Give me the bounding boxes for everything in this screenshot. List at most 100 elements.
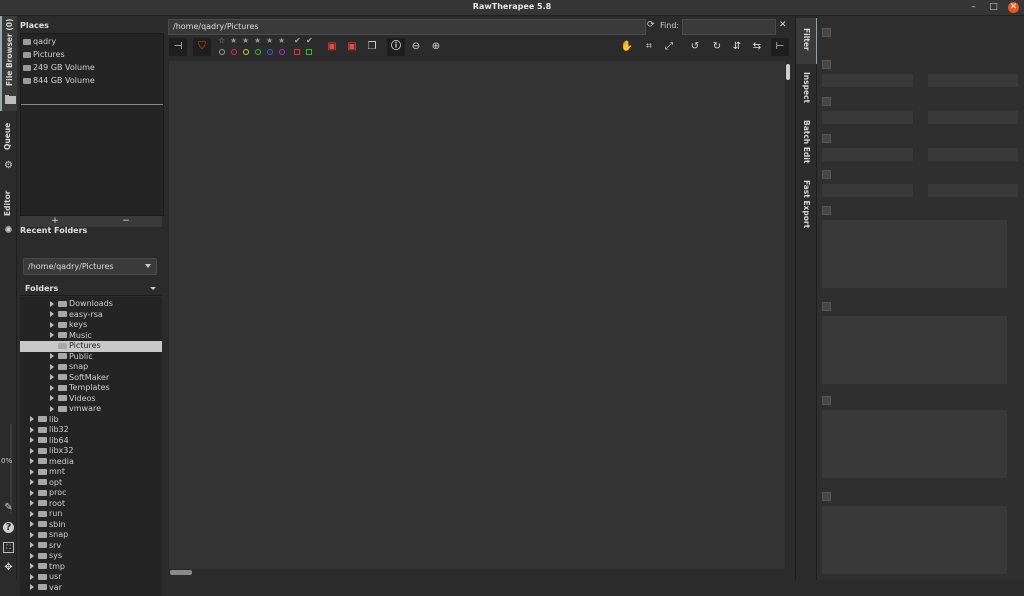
tab-fast-export[interactable]: Fast Export [796, 178, 816, 238]
star-5-icon[interactable]: ★ [278, 36, 285, 45]
not-saved-icon[interactable] [306, 49, 312, 55]
folder-tree-row[interactable]: srv [20, 541, 162, 552]
minimize-button[interactable]: – [968, 2, 979, 13]
folder-tree-row[interactable]: Templates [20, 383, 162, 394]
zoom-out-icon[interactable]: ⊖ [407, 38, 425, 56]
expand-arrow-icon[interactable] [30, 510, 34, 517]
folder-tree-row[interactable]: sbin [20, 520, 162, 531]
folder-tree-row[interactable]: easy-rsa [20, 310, 162, 321]
rotate-left-icon[interactable]: ↺ [686, 38, 704, 56]
info-icon[interactable]: ⓘ [387, 38, 405, 56]
clear-find-icon[interactable]: ✕ [779, 20, 787, 30]
folder-tree-row[interactable]: var [20, 583, 162, 594]
folder-tree-row[interactable]: mnt [20, 467, 162, 478]
unrated-icon[interactable]: ☆ [218, 36, 225, 45]
place-item[interactable]: 249 GB Volume [23, 63, 95, 75]
filter-range-field[interactable] [822, 74, 913, 87]
star-3-icon[interactable]: ★ [254, 36, 261, 45]
original-only-icon[interactable]: ❐ [363, 38, 381, 56]
hide-right-panel-button[interactable]: ⊢ [771, 38, 789, 56]
folder-tree-row[interactable]: sys [20, 551, 162, 562]
filter-list-box[interactable] [822, 506, 1007, 574]
filter-range-field[interactable] [822, 148, 913, 161]
filter-checkbox[interactable] [822, 170, 831, 179]
close-window-button[interactable]: ✕ [1008, 2, 1019, 13]
folder-tree-row[interactable]: snap [20, 362, 162, 373]
expand-arrow-icon[interactable] [30, 416, 34, 422]
refresh-icon[interactable]: ⟳ [647, 20, 655, 30]
red-label-icon[interactable] [231, 49, 237, 55]
tab-editor[interactable]: Editor ✺ [0, 180, 16, 240]
recent-folders-select[interactable]: /home/qadry/Pictures [23, 258, 157, 275]
expand-arrow-icon[interactable] [30, 468, 34, 475]
star-4-icon[interactable]: ★ [266, 36, 273, 45]
folder-tree-row[interactable]: vmware [20, 404, 162, 415]
folder-tree-row[interactable]: run [20, 509, 162, 520]
edited-icon[interactable]: ✔ [294, 36, 301, 45]
green-label-icon[interactable] [255, 49, 261, 55]
vertical-scrollbar[interactable] [786, 62, 791, 572]
filter-list-box[interactable] [822, 410, 1007, 478]
rotate-right-icon[interactable]: ↻ [708, 38, 726, 56]
help-icon[interactable]: ? [3, 522, 14, 533]
hide-left-panel-button[interactable]: ⊣ [169, 38, 187, 56]
move-icon[interactable]: ✥ [3, 562, 14, 573]
horizontal-scrollbar[interactable] [170, 570, 192, 575]
expand-arrow-icon[interactable] [50, 300, 54, 307]
filter-range-field[interactable] [822, 111, 913, 124]
filter-checkbox[interactable] [822, 206, 831, 215]
resize-icon[interactable]: ⤢ [660, 38, 678, 56]
filter-list-box[interactable] [822, 316, 1007, 384]
trash-icon[interactable]: ▣ [323, 38, 341, 56]
maximize-button[interactable]: □ [988, 2, 999, 13]
hand-icon[interactable]: ✋ [618, 38, 636, 56]
expand-arrow-icon[interactable] [30, 521, 34, 527]
remove-place-button[interactable]: − [91, 216, 161, 227]
expand-arrow-icon[interactable] [50, 311, 54, 317]
purple-label-icon[interactable] [279, 49, 285, 55]
filter-checkbox[interactable] [822, 302, 831, 311]
place-item[interactable]: 844 GB Volume [23, 76, 95, 88]
folder-tree-row[interactable]: opt [20, 478, 162, 489]
filter-range-field[interactable] [928, 148, 1018, 161]
folder-tree-row[interactable]: media [20, 457, 162, 468]
recent-saved-icon[interactable] [294, 49, 300, 55]
folder-tree-row[interactable]: proc [20, 488, 162, 499]
expand-arrow-icon[interactable] [30, 500, 34, 506]
expand-arrow-icon[interactable] [30, 479, 34, 485]
yellow-label-icon[interactable] [243, 49, 249, 55]
expand-arrow-icon[interactable] [30, 573, 34, 580]
expand-arrow-icon[interactable] [30, 584, 34, 590]
flip-horizontal-icon[interactable]: ⇆ [748, 38, 766, 56]
tab-queue[interactable]: Queue ⚙ [0, 114, 16, 176]
filter-range-field[interactable] [928, 184, 1018, 197]
filter-range-field[interactable] [928, 74, 1018, 87]
filter-list-box[interactable] [822, 220, 1007, 288]
expand-arrow-icon[interactable] [50, 374, 54, 380]
expand-arrow-icon[interactable] [50, 321, 54, 328]
folder-tree-row[interactable]: SoftMaker [20, 373, 162, 384]
folder-tree-row[interactable]: Pictures [20, 341, 162, 352]
find-input[interactable] [682, 19, 776, 35]
folder-tree-row[interactable]: libx32 [20, 446, 162, 457]
trash-filter-icon[interactable]: ▣ [343, 38, 361, 56]
folder-tree-row[interactable]: root [20, 499, 162, 510]
folder-tree-row[interactable]: lib32 [20, 425, 162, 436]
star-1-icon[interactable]: ★ [230, 36, 237, 45]
folder-tree-row[interactable]: Music [20, 331, 162, 342]
folder-tree-row[interactable]: tmp [20, 562, 162, 573]
expand-arrow-icon[interactable] [50, 405, 54, 412]
folder-tree-row[interactable]: snap [20, 530, 162, 541]
folder-tree-row[interactable]: Videos [20, 394, 162, 405]
path-input[interactable]: /home/qadry/Pictures [168, 19, 646, 35]
folder-tree-row[interactable]: lib [20, 415, 162, 426]
folder-tree-row[interactable]: keys [20, 320, 162, 331]
folder-tree-row[interactable]: Public [20, 352, 162, 363]
thumbnail-area[interactable] [168, 60, 786, 570]
tab-batch-edit[interactable]: Batch Edit [796, 116, 816, 176]
folder-tree-row[interactable]: usr [20, 572, 162, 583]
crop-icon[interactable]: ⌗ [640, 38, 658, 56]
expand-arrow-icon[interactable] [50, 384, 54, 391]
filter-checkbox[interactable] [822, 492, 831, 501]
tab-filter[interactable]: Filter [796, 18, 818, 64]
